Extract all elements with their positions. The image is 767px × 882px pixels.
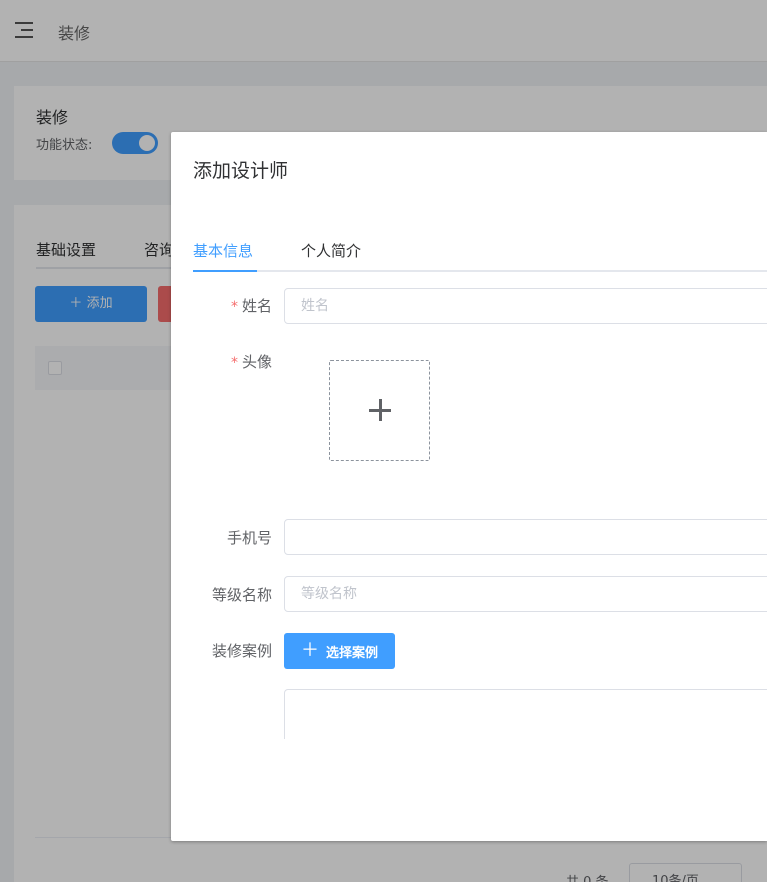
phone-input[interactable] <box>284 519 767 555</box>
add-designer-dialog: 添加设计师 基本信息 个人简介 *姓名 *头像 手机号 等级名称 装修案例 ＋选… <box>171 132 767 841</box>
dialog-title: 添加设计师 <box>193 160 289 182</box>
required-mark: * <box>230 355 238 371</box>
avatar-label-text: 头像 <box>241 353 272 371</box>
dialog-tabs: 基本信息 个人简介 <box>193 236 767 272</box>
phone-label: 手机号 <box>226 529 272 547</box>
choose-case-button[interactable]: ＋ 选择案例 <box>284 633 395 669</box>
required-mark: * <box>230 299 238 315</box>
cases-label: 装修案例 <box>211 642 272 660</box>
avatar-upload[interactable] <box>329 360 430 461</box>
tab-profile[interactable]: 个人简介 <box>301 240 361 261</box>
level-input[interactable] <box>284 576 767 612</box>
plus-icon: ＋ <box>300 640 319 661</box>
name-input[interactable] <box>284 288 767 324</box>
tab-active-indicator <box>193 270 257 272</box>
case-list-area <box>284 689 767 739</box>
choose-case-label: 选择案例 <box>325 645 378 661</box>
name-label-text: 姓名 <box>241 297 272 315</box>
avatar-label: * 头像 <box>231 351 272 372</box>
level-label: 等级名称 <box>211 586 272 604</box>
tab-basic-info[interactable]: 基本信息 <box>193 240 253 261</box>
name-label: * 姓名 <box>231 295 272 316</box>
